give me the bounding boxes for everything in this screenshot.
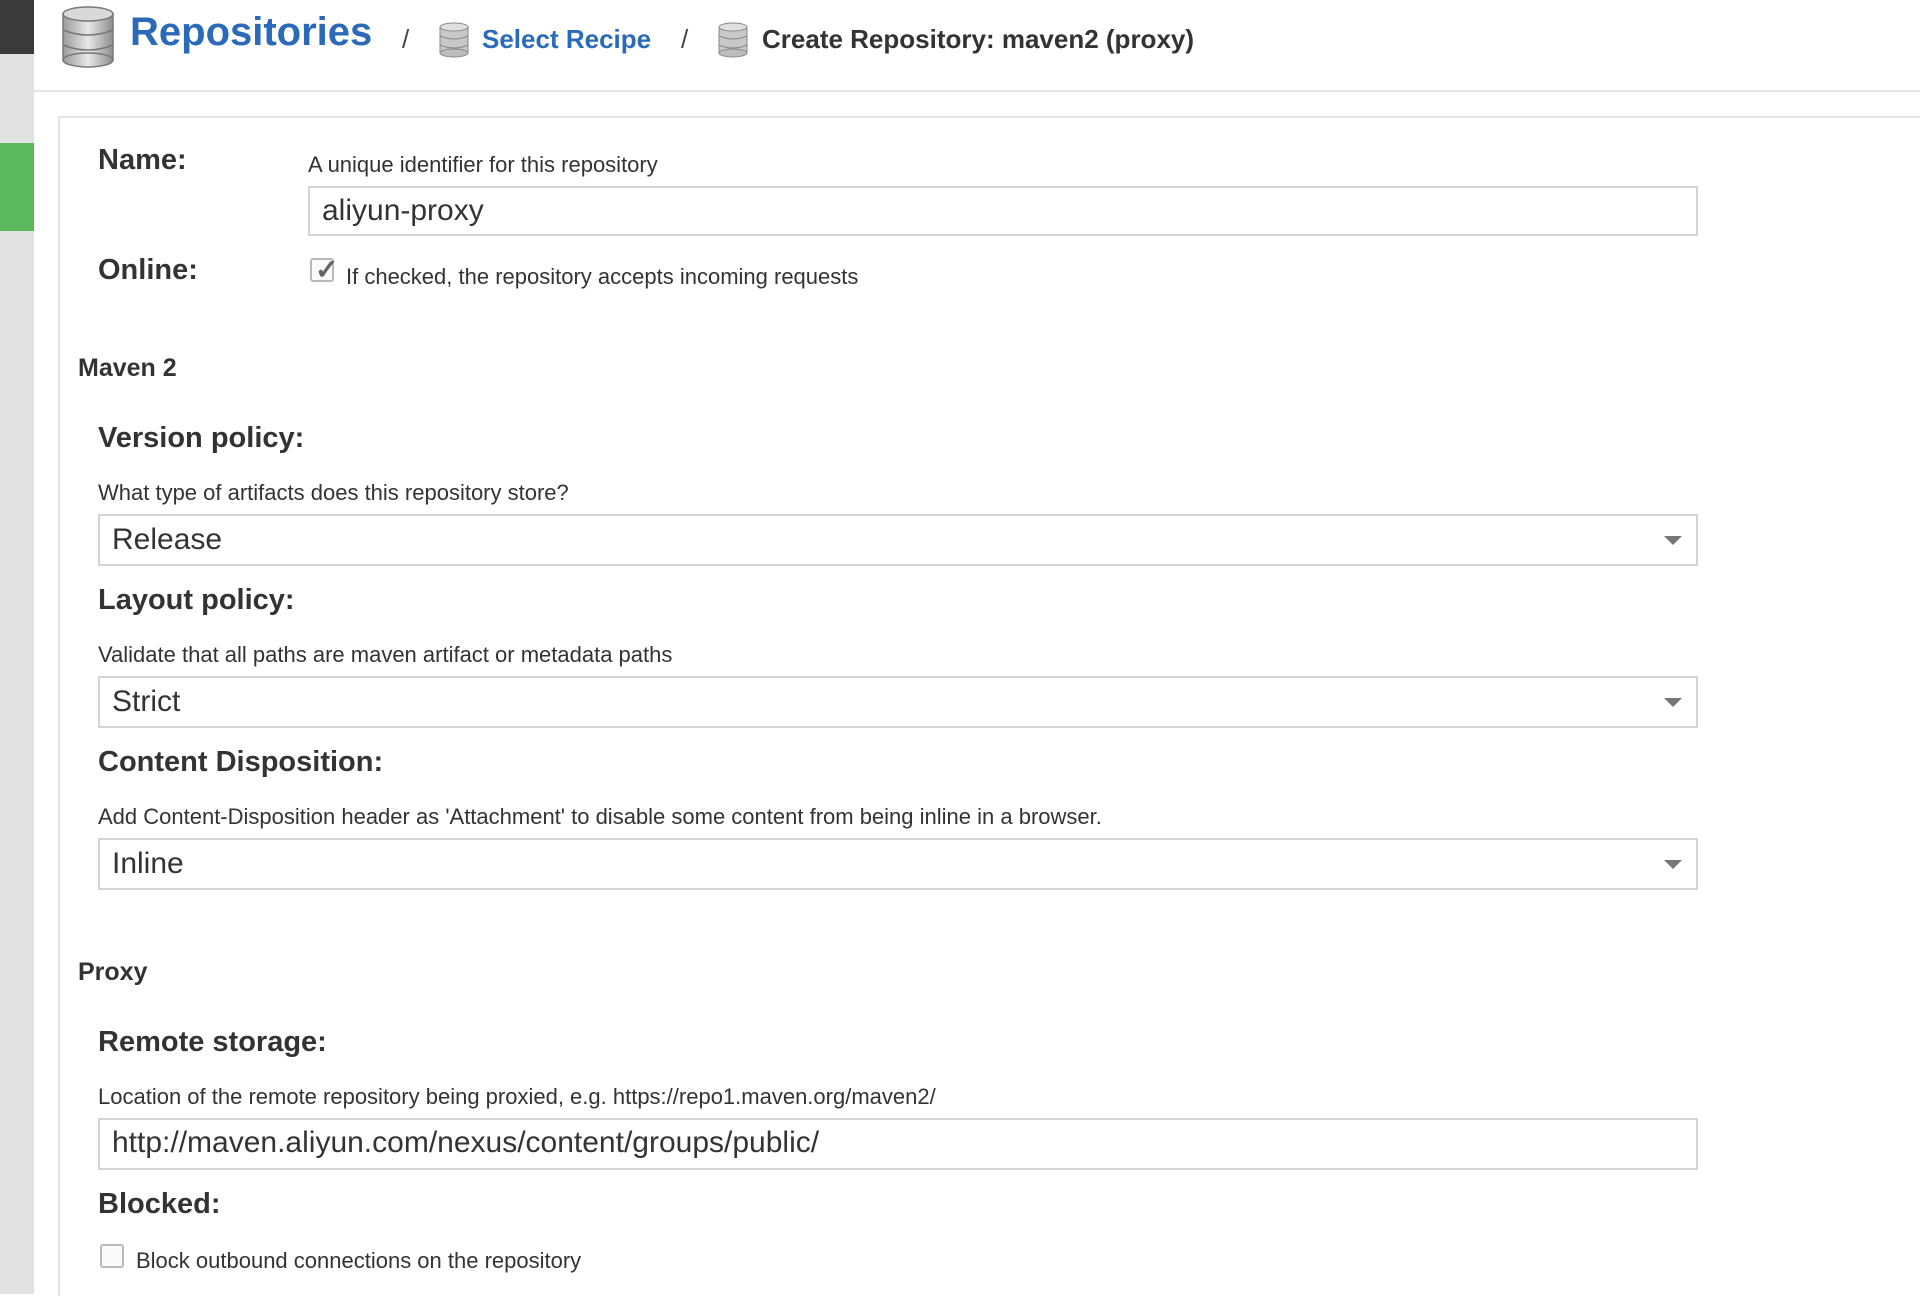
online-label: Online: [98,254,198,286]
breadcrumb-separator: / [681,24,689,54]
version-policy-help: What type of artifacts does this reposit… [98,480,569,505]
blocked-checkbox[interactable] [100,1244,124,1268]
layout-policy-label: Layout policy: [98,584,295,616]
chevron-down-icon [1664,536,1682,545]
layout-policy-select[interactable]: Strict [98,676,1698,728]
content-disposition-help: Add Content-Disposition header as 'Attac… [98,804,1102,829]
create-repository-form: Name: A unique identifier for this repos… [58,116,1920,1296]
maven2-section-title: Maven 2 [78,354,177,382]
nav-tab-active[interactable] [0,143,34,231]
remote-storage-input[interactable]: http://maven.aliyun.com/nexus/content/gr… [98,1118,1698,1170]
checkmark-icon: ✓ [315,254,339,285]
content-disposition-value: Inline [112,847,184,880]
left-nav-rail [0,0,34,1294]
proxy-section-title: Proxy [78,958,148,986]
name-label: Name: [98,144,187,176]
breadcrumb: Repositories / Select Recipe / Create Re… [34,0,1920,92]
remote-storage-help: Location of the remote repository being … [98,1084,936,1109]
blocked-help: Block outbound connections on the reposi… [136,1248,582,1273]
remote-storage-label: Remote storage: [98,1026,327,1058]
chevron-down-icon [1664,860,1682,869]
nav-tab-top[interactable] [0,0,34,54]
layout-policy-help: Validate that all paths are maven artifa… [98,642,673,667]
database-icon [62,6,114,68]
chevron-down-icon [1664,698,1682,707]
breadcrumb-separator: / [402,24,410,54]
name-input[interactable]: aliyun-proxy [308,186,1698,236]
page-title: Create Repository: maven2 (proxy) [762,24,1195,54]
breadcrumb-select-recipe-link[interactable]: Select Recipe [482,24,651,55]
version-policy-value: Release [112,523,223,556]
layout-policy-value: Strict [112,685,181,718]
online-help: If checked, the repository accepts incom… [346,264,859,289]
content-disposition-label: Content Disposition: [98,746,384,778]
version-policy-label: Version policy: [98,422,305,454]
database-icon [718,22,748,58]
blocked-label: Blocked: [98,1188,221,1220]
name-help: A unique identifier for this repository [308,152,658,177]
content-disposition-select[interactable]: Inline [98,838,1698,890]
version-policy-select[interactable]: Release [98,514,1698,566]
online-checkbox[interactable]: ✓ [310,254,338,285]
breadcrumb-repositories-link[interactable]: Repositories [130,10,372,55]
database-icon [439,22,469,58]
